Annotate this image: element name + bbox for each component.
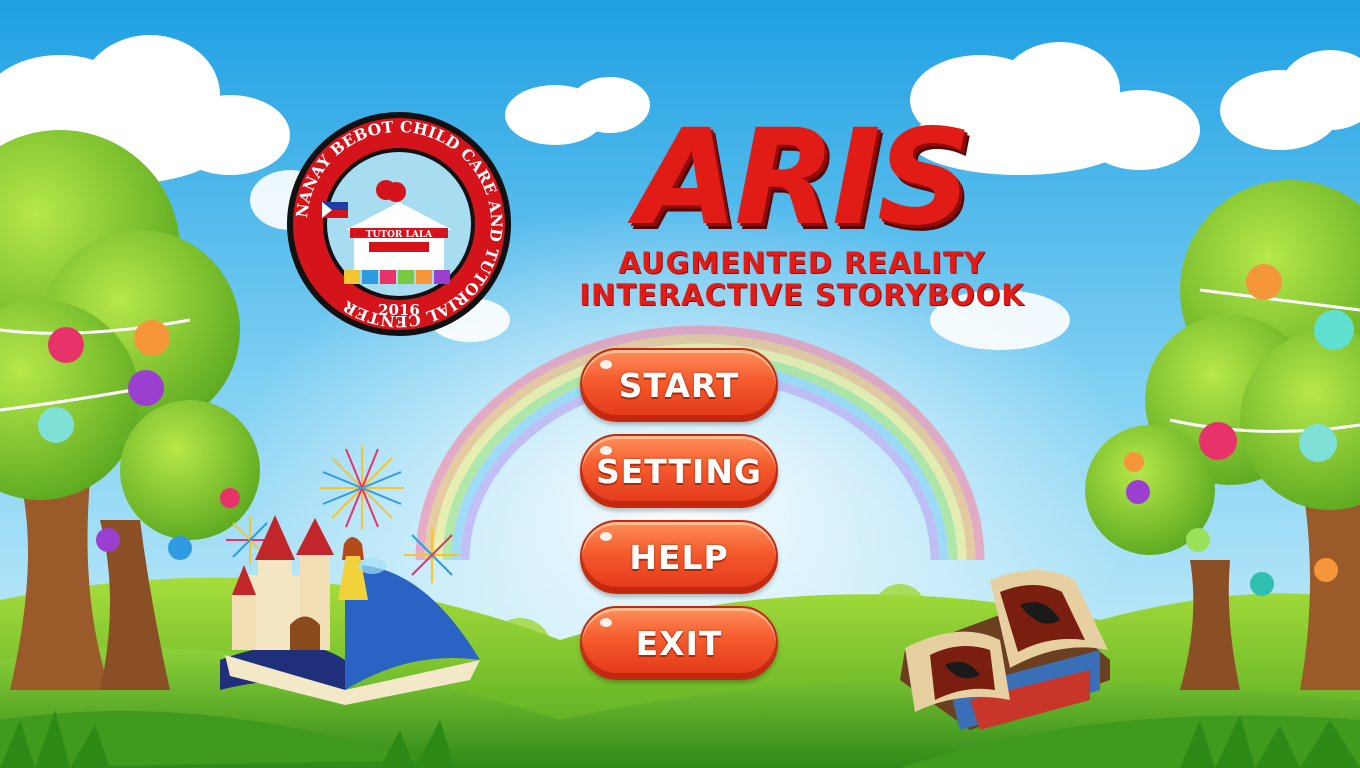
setting-button[interactable]: SETTING: [580, 434, 778, 508]
app-subtitle-line2: INTERACTIVE STORYBOOK: [579, 278, 1025, 312]
school-logo-seal: NANAY BEBOT CHILD CARE AND TUTORIAL CENT…: [284, 110, 514, 338]
button-highlight: [600, 360, 612, 369]
exit-button-label: EXIT: [635, 623, 723, 663]
help-button-label: HELP: [629, 537, 729, 577]
button-highlight: [600, 618, 612, 627]
help-button[interactable]: HELP: [580, 520, 778, 594]
seal-graphic: NANAY BEBOT CHILD CARE AND TUTORIAL CENT…: [287, 112, 511, 336]
app-title: ARIS: [636, 101, 972, 255]
app-title-block: ARIS AUGMENTED REALITY INTERACTIVE STORY…: [522, 108, 1082, 312]
seal-year: 2016: [378, 301, 420, 319]
button-highlight: [600, 532, 612, 541]
seal-banner-text: TUTOR LALA: [366, 230, 433, 240]
app-subtitle-line1: AUGMENTED REALITY: [618, 246, 986, 280]
setting-button-label: SETTING: [595, 451, 763, 491]
button-highlight: [600, 446, 612, 455]
start-button[interactable]: START: [580, 348, 778, 422]
start-button-label: START: [618, 365, 740, 405]
exit-button[interactable]: EXIT: [580, 606, 778, 680]
